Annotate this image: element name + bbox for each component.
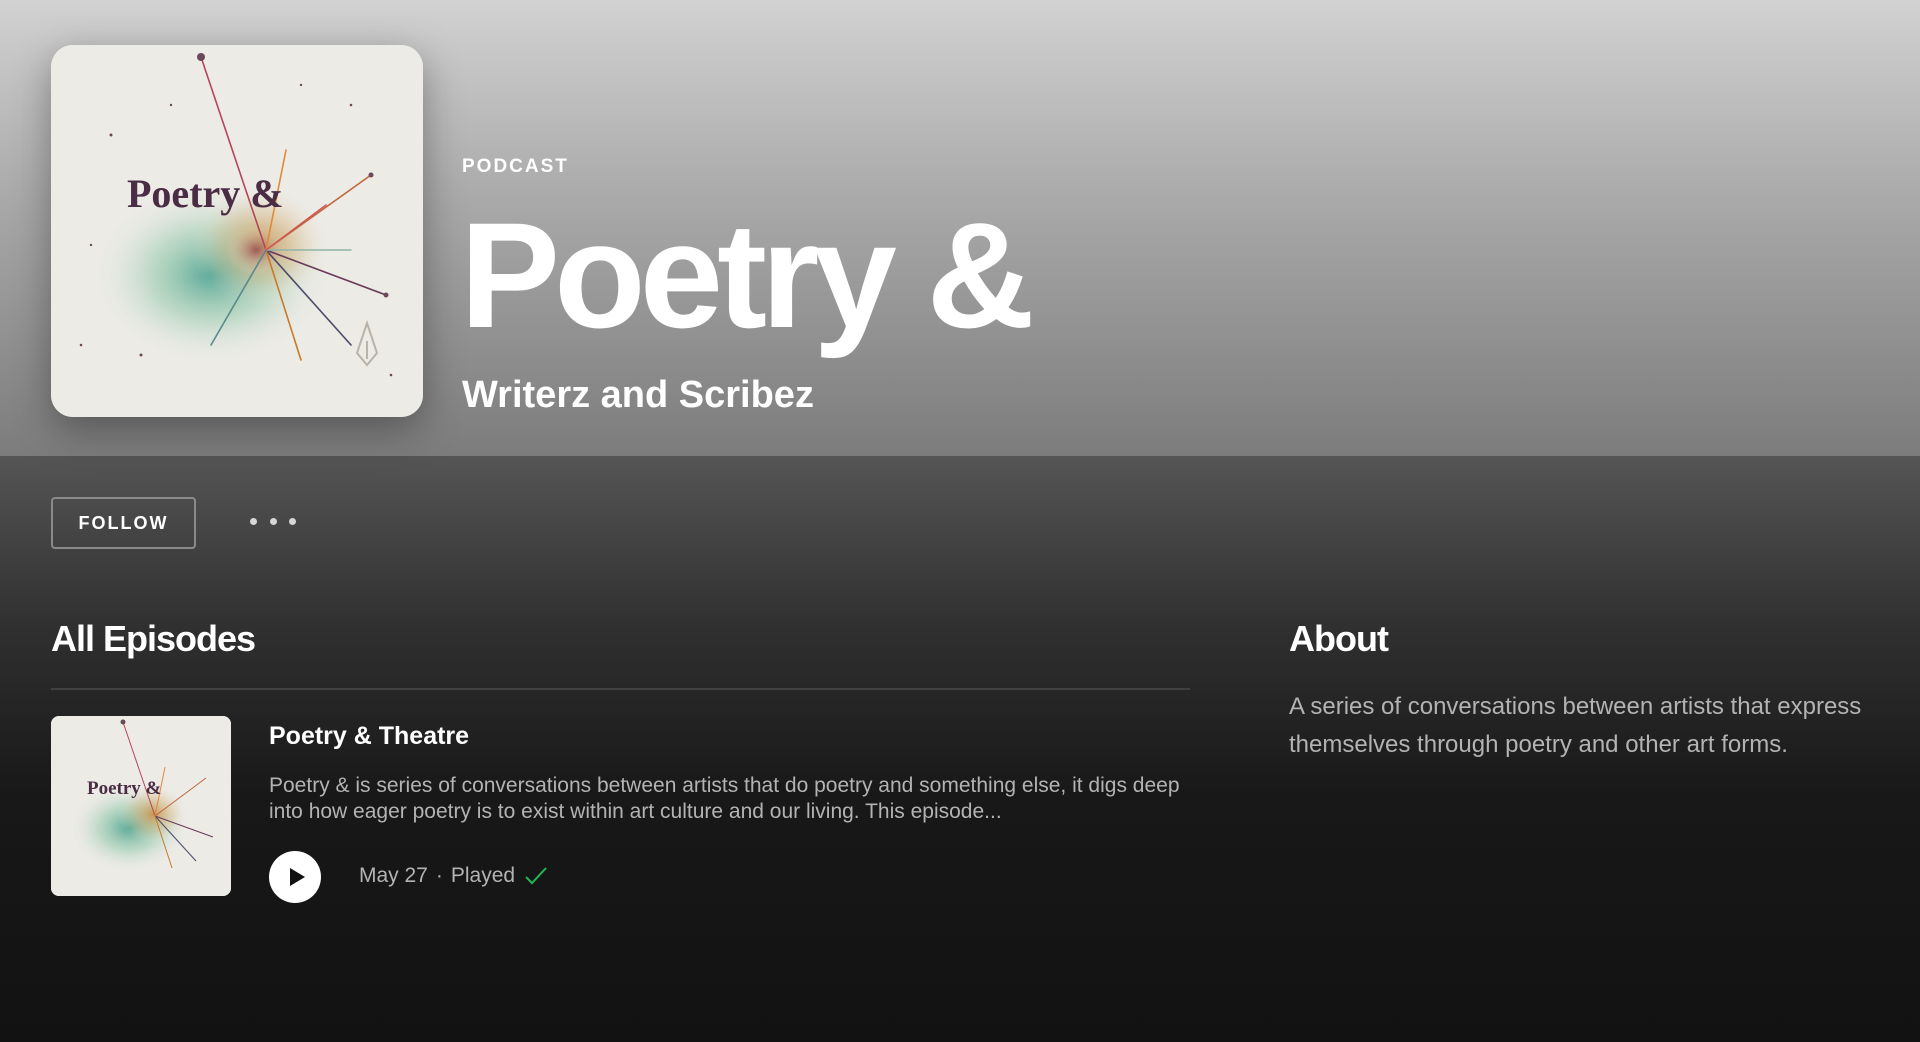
played-status: Played [450,864,516,887]
dot [250,517,257,525]
more-options-icon[interactable] [250,505,296,537]
all-episodes-heading: All Episodes [51,618,256,659]
podcast-title: Poetry & [460,191,1035,359]
episode-title[interactable]: Poetry & Theatre [269,722,469,751]
episode-description: Poetry & is series of conversations betw… [269,774,1180,823]
podcast-cover-art: Poetry & [51,45,423,417]
svg-text:Poetry &: Poetry & [127,171,284,216]
publisher-name[interactable]: Writerz and Scribez [462,374,814,417]
meta-separator: · [435,864,443,887]
content-type-label: PODCAST [462,156,569,177]
about-heading: About [1289,618,1389,659]
svg-text:Poetry &: Poetry & [87,778,161,799]
section-divider [51,688,1190,690]
episode-date: May 27 [359,864,428,887]
follow-button[interactable]: FOLLOW [51,497,196,549]
dot [269,517,277,525]
dot [289,517,296,525]
play-icon [290,868,305,886]
check-icon [523,865,549,887]
episode-thumbnail[interactable]: Poetry & [51,716,231,896]
play-button[interactable] [269,851,321,903]
episode-meta: May 27 · Played [359,864,549,888]
podcast-page: Poetry & PODCAST Poetry & Writerz and Sc… [0,0,1920,1042]
about-description: A series of conversations between artist… [1289,693,1862,758]
